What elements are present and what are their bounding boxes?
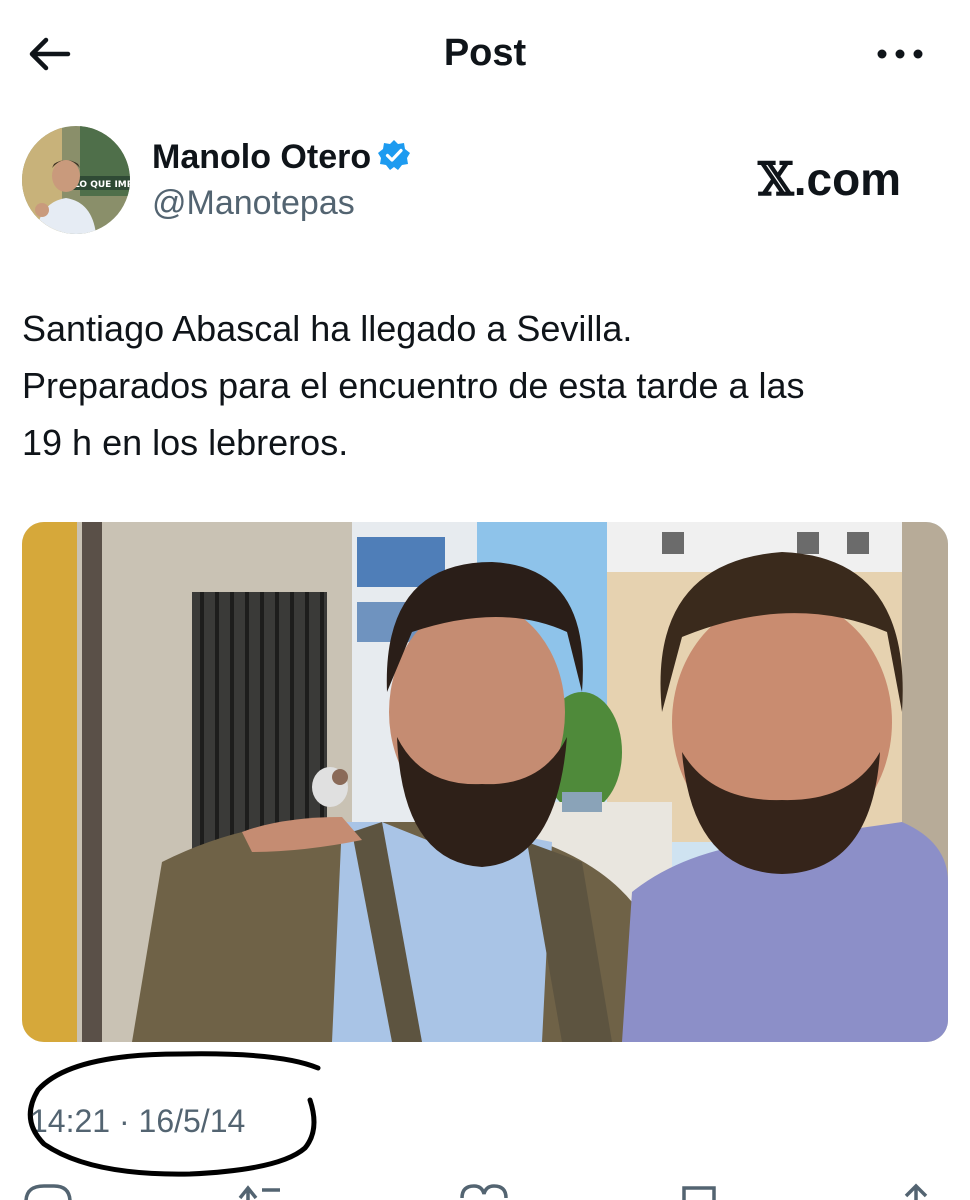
reply-button[interactable] [20, 1180, 80, 1200]
author-name-text: Manolo Otero [152, 138, 372, 176]
bookmark-button[interactable] [676, 1180, 736, 1200]
post-text-line: Preparados para el encuentro de esta tar… [22, 365, 805, 406]
more-options-button[interactable] [870, 34, 930, 74]
repost-icon [238, 1185, 280, 1200]
avatar-banner-text: LO QUE IMPO [74, 180, 130, 190]
post-text-line: Santiago Abascal ha llegado a Sevilla. [22, 308, 633, 349]
author-name[interactable]: Manolo Otero [152, 138, 411, 181]
site-logo: 𝕏.com [758, 152, 901, 206]
verified-badge-icon [377, 138, 411, 181]
post-photo[interactable] [22, 522, 948, 1042]
page-title: Post [443, 32, 527, 74]
bookmark-icon [682, 1186, 716, 1200]
share-icon [904, 1183, 928, 1200]
like-icon [460, 1184, 508, 1199]
more-horizontal-icon [877, 49, 923, 59]
like-button[interactable] [454, 1180, 514, 1200]
avatar[interactable]: LO QUE IMPO [22, 126, 130, 234]
repost-button[interactable] [232, 1180, 292, 1200]
reply-icon [24, 1184, 72, 1200]
share-button[interactable] [888, 1180, 948, 1200]
x-logo-icon: 𝕏 [758, 152, 794, 206]
post-text-line: 19 h en los lebreros. [22, 422, 349, 463]
top-bar: Post [0, 0, 970, 110]
site-logo-text: .com [793, 153, 902, 205]
post-text: Santiago Abascal ha llegado a Sevilla. P… [22, 300, 952, 471]
action-bar [0, 1180, 970, 1200]
author-handle[interactable]: @Manotepas [152, 184, 355, 223]
post-timestamp[interactable]: 14:21 · 16/5/14 [30, 1103, 245, 1140]
